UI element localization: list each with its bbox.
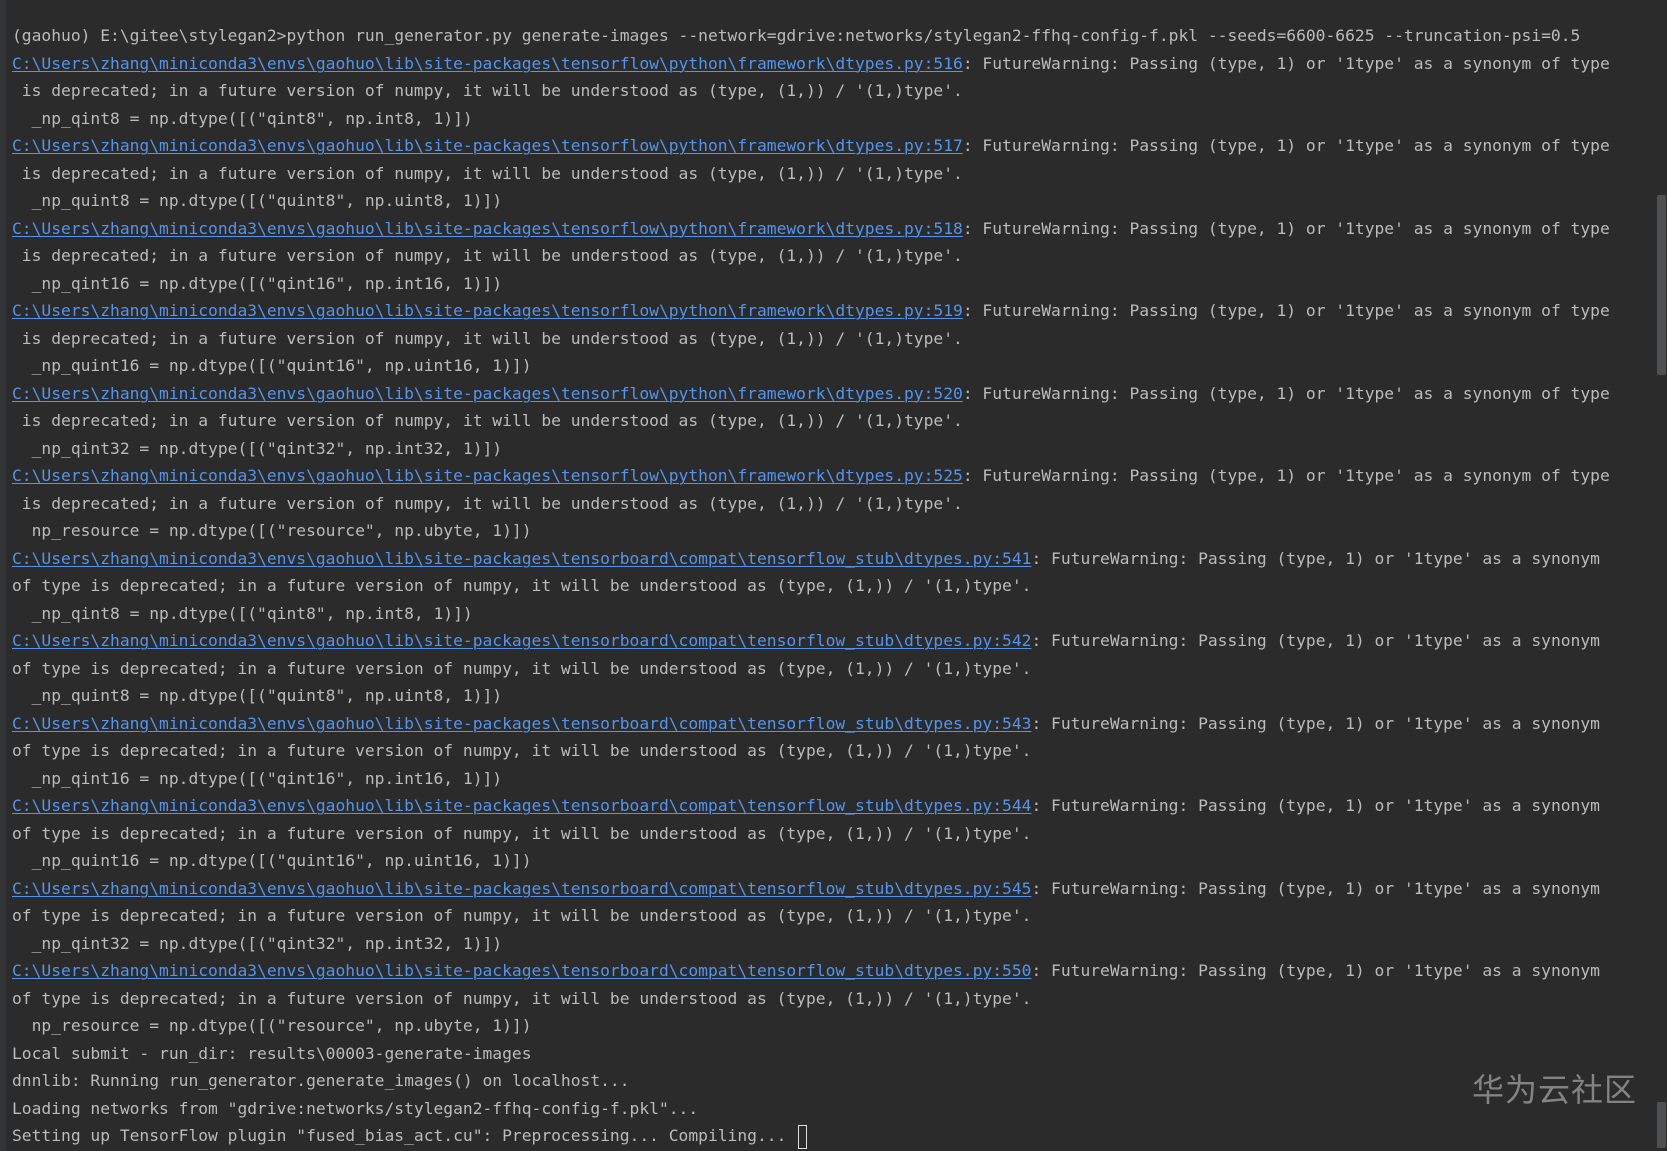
warning-header-line: C:\Users\zhang\miniconda3\envs\gaohuo\li… — [12, 132, 1647, 160]
warning-message: : FutureWarning: Passing (type, 1) or '1… — [1031, 961, 1600, 980]
file-link[interactable]: C:\Users\zhang\miniconda3\envs\gaohuo\li… — [12, 54, 963, 73]
file-link[interactable]: C:\Users\zhang\miniconda3\envs\gaohuo\li… — [12, 961, 1031, 980]
status-line: Setting up TensorFlow plugin "fused_bias… — [12, 1122, 1647, 1150]
scrollbar-thumb[interactable] — [1657, 195, 1666, 375]
warning-message: : FutureWarning: Passing (type, 1) or '1… — [1031, 713, 1600, 733]
warning-code-line: _np_qint32 = np.dtype([("qint32", np.int… — [12, 933, 503, 953]
warning-message: : FutureWarning: Passing (type, 1) or '1… — [1031, 878, 1600, 898]
prompt-line: (gaohuo) E:\gitee\stylegan2>python run_g… — [12, 26, 1581, 45]
warning-header-line: C:\Users\zhang\miniconda3\envs\gaohuo\li… — [12, 462, 1647, 490]
watermark-text: 华为云社区 — [1471, 1071, 1637, 1109]
warning-continuation-line: of type is deprecated; in a future versi… — [12, 658, 1032, 678]
warning-code-line: _np_quint8 = np.dtype([("quint8", np.uin… — [12, 191, 503, 210]
warning-continuation-line: is deprecated; in a future version of nu… — [12, 411, 963, 430]
file-link[interactable]: C:\Users\zhang\miniconda3\envs\gaohuo\li… — [12, 136, 963, 155]
warning-header-line: C:\Users\zhang\miniconda3\envs\gaohuo\li… — [12, 297, 1647, 325]
file-link[interactable]: C:\Users\zhang\miniconda3\envs\gaohuo\li… — [12, 219, 963, 238]
warning-message: : FutureWarning: Passing (type, 1) or '1… — [1031, 796, 1600, 815]
warning-code-line: np_resource = np.dtype([("resource", np.… — [12, 1016, 532, 1035]
warning-code-line: _np_qint8 = np.dtype([("qint8", np.int8,… — [12, 108, 473, 128]
warning-code-line: _np_quint8 = np.dtype([("quint8", np.uin… — [12, 686, 503, 705]
warning-continuation-line: of type is deprecated; in a future versi… — [12, 576, 1032, 595]
text-cursor — [798, 1124, 808, 1149]
file-link[interactable]: C:\Users\zhang\miniconda3\envs\gaohuo\li… — [12, 796, 1031, 815]
status-text: Loading networks from "gdrive:networks/s… — [12, 1098, 699, 1118]
file-link[interactable]: C:\Users\zhang\miniconda3\envs\gaohuo\li… — [12, 466, 963, 485]
warning-code-line: _np_quint16 = np.dtype([("quint16", np.u… — [12, 851, 532, 870]
warning-header-line: C:\Users\zhang\miniconda3\envs\gaohuo\li… — [12, 792, 1647, 820]
scrollbar-track[interactable] — [1655, 0, 1667, 1151]
warning-message: : FutureWarning: Passing (type, 1) or '1… — [1031, 631, 1600, 650]
status-line: Loading networks from "gdrive:networks/s… — [12, 1095, 1647, 1123]
warning-header-line: C:\Users\zhang\miniconda3\envs\gaohuo\li… — [12, 875, 1647, 903]
warning-header-line: C:\Users\zhang\miniconda3\envs\gaohuo\li… — [12, 627, 1647, 655]
warning-list: C:\Users\zhang\miniconda3\envs\gaohuo\li… — [12, 50, 1647, 1040]
warning-continuation-line: is deprecated; in a future version of nu… — [12, 328, 963, 348]
warning-code-line: _np_qint32 = np.dtype([("qint32", np.int… — [12, 438, 503, 458]
status-line: Local submit - run_dir: results\00003-ge… — [12, 1040, 1647, 1068]
file-link[interactable]: C:\Users\zhang\miniconda3\envs\gaohuo\li… — [12, 301, 963, 320]
terminal-window[interactable]: (gaohuo) E:\gitee\stylegan2>python run_g… — [0, 0, 1667, 1151]
warning-message: : FutureWarning: Passing (type, 1) or '1… — [962, 53, 1610, 73]
warning-message: : FutureWarning: Passing (type, 1) or '1… — [962, 383, 1610, 403]
warning-header-line: C:\Users\zhang\miniconda3\envs\gaohuo\li… — [12, 380, 1647, 408]
warning-continuation-line: is deprecated; in a future version of nu… — [12, 163, 963, 183]
status-text: dnnlib: Running run_generator.generate_i… — [12, 1071, 630, 1090]
warning-message: : FutureWarning: Passing (type, 1) or '1… — [1031, 548, 1600, 568]
warning-code-line: _np_qint8 = np.dtype([("qint8", np.int8,… — [12, 603, 473, 623]
file-link[interactable]: C:\Users\zhang\miniconda3\envs\gaohuo\li… — [12, 384, 963, 403]
scrollbar-thumb-bottom[interactable] — [1657, 1102, 1666, 1148]
status-text: Local submit - run_dir: results\00003-ge… — [12, 1043, 532, 1063]
warning-message: : FutureWarning: Passing (type, 1) or '1… — [962, 301, 1610, 320]
terminal-output[interactable]: (gaohuo) E:\gitee\stylegan2>python run_g… — [12, 22, 1647, 1150]
warning-continuation-line: of type is deprecated; in a future versi… — [12, 906, 1032, 925]
warning-continuation-line: of type is deprecated; in a future versi… — [12, 988, 1032, 1008]
warning-header-line: C:\Users\zhang\miniconda3\envs\gaohuo\li… — [12, 215, 1647, 243]
warning-continuation-line: of type is deprecated; in a future versi… — [12, 823, 1032, 843]
warning-continuation-line: is deprecated; in a future version of nu… — [12, 81, 963, 100]
status-text: Setting up TensorFlow plugin "fused_bias… — [12, 1126, 797, 1145]
warning-message: : FutureWarning: Passing (type, 1) or '1… — [962, 136, 1610, 155]
left-gutter — [0, 0, 6, 1151]
warning-header-line: C:\Users\zhang\miniconda3\envs\gaohuo\li… — [12, 957, 1647, 985]
warning-header-line: C:\Users\zhang\miniconda3\envs\gaohuo\li… — [12, 545, 1647, 573]
warning-code-line: _np_quint16 = np.dtype([("quint16", np.u… — [12, 356, 532, 375]
warning-code-line: np_resource = np.dtype([("resource", np.… — [12, 521, 532, 540]
status-lines: Local submit - run_dir: results\00003-ge… — [12, 1040, 1647, 1150]
warning-continuation-line: is deprecated; in a future version of nu… — [12, 493, 963, 513]
file-link[interactable]: C:\Users\zhang\miniconda3\envs\gaohuo\li… — [12, 631, 1031, 650]
warning-code-line: _np_qint16 = np.dtype([("qint16", np.int… — [12, 768, 503, 788]
warning-header-line: C:\Users\zhang\miniconda3\envs\gaohuo\li… — [12, 50, 1647, 78]
file-link[interactable]: C:\Users\zhang\miniconda3\envs\gaohuo\li… — [12, 714, 1031, 733]
warning-code-line: _np_qint16 = np.dtype([("qint16", np.int… — [12, 273, 503, 293]
warning-message: : FutureWarning: Passing (type, 1) or '1… — [962, 218, 1610, 238]
status-line: dnnlib: Running run_generator.generate_i… — [12, 1067, 1647, 1095]
warning-continuation-line: of type is deprecated; in a future versi… — [12, 741, 1032, 760]
file-link[interactable]: C:\Users\zhang\miniconda3\envs\gaohuo\li… — [12, 549, 1031, 568]
warning-header-line: C:\Users\zhang\miniconda3\envs\gaohuo\li… — [12, 710, 1647, 738]
warning-continuation-line: is deprecated; in a future version of nu… — [12, 246, 963, 265]
warning-message: : FutureWarning: Passing (type, 1) or '1… — [962, 466, 1610, 485]
file-link[interactable]: C:\Users\zhang\miniconda3\envs\gaohuo\li… — [12, 879, 1031, 898]
